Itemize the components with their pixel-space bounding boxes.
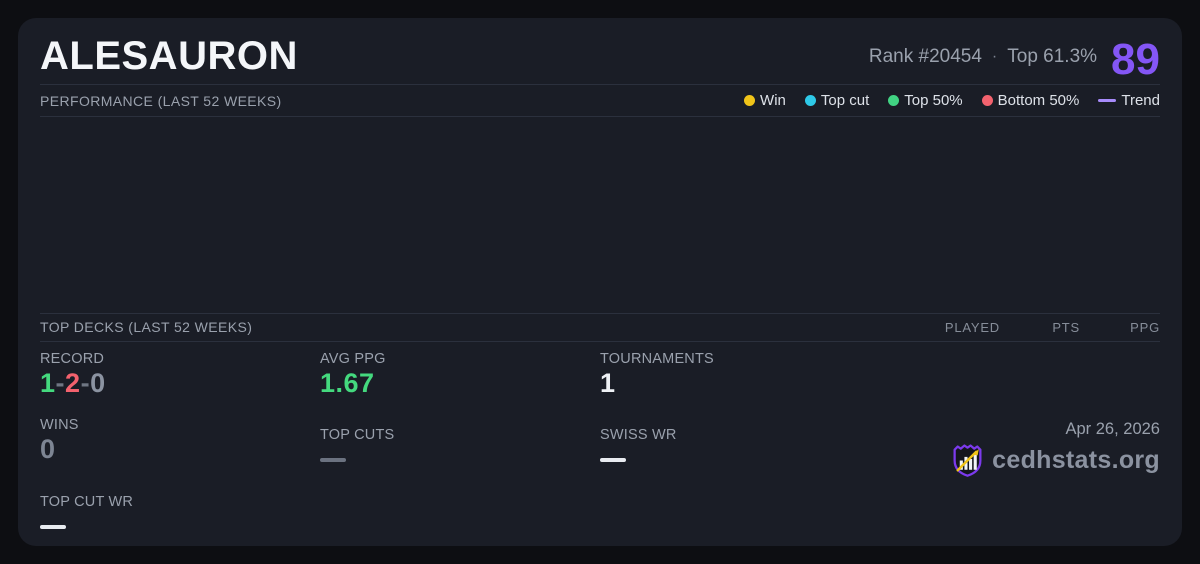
top-cuts-empty-dash <box>320 458 346 463</box>
card-footer: Apr 26, 2026 cedhstats.org <box>880 351 1160 485</box>
top-decks-column-headers: PLAYED PTS PPG <box>930 320 1160 335</box>
record-separator: - <box>80 367 91 398</box>
record-label: RECORD <box>40 350 105 367</box>
legend-label: Trend <box>1121 92 1160 109</box>
rank-number: Rank #20454 <box>868 46 982 68</box>
top-cut-wr-empty-dash <box>40 525 66 529</box>
top-cut-dot-icon <box>804 95 816 106</box>
column-pts: PTS <box>1052 319 1080 335</box>
bottom-50-dot-icon <box>981 95 993 106</box>
top-decks-section-header: TOP DECKS (LAST 52 WEEKS) PLAYED PTS PPG <box>40 314 1160 341</box>
performance-section-title: PERFORMANCE (LAST 52 WEEKS) <box>40 92 282 109</box>
win-dot-icon <box>744 95 756 106</box>
top-cut-wr-label: TOP CUT WR <box>40 494 134 510</box>
tournaments-label: TOURNAMENTS <box>600 350 714 367</box>
brand-name: cedhstats.org <box>992 446 1160 474</box>
tournaments-value: 1 <box>600 367 616 398</box>
legend-label: Win <box>760 92 786 109</box>
player-stats-card: ALESAURON Rank #20454 · Top 61.3% 89 PER… <box>18 18 1182 546</box>
record-value: 1-2-0 <box>40 367 320 401</box>
stat-top-cuts: TOP CUTS <box>320 417 600 484</box>
wins-label: WINS <box>40 417 79 434</box>
legend-item-win: Win <box>744 92 786 109</box>
legend-item-trend: Trend <box>1098 92 1160 109</box>
swiss-wr-label: SWISS WR <box>600 427 677 444</box>
rank-separator: · <box>991 48 998 66</box>
top-decks-section-title: TOP DECKS (LAST 52 WEEKS) <box>40 319 253 335</box>
record-wins: 1 <box>40 367 56 398</box>
legend-item-top-50: Top 50% <box>888 92 963 109</box>
stat-top-cut-wr: TOP CUT WR <box>40 484 320 546</box>
stat-swiss-wr: SWISS WR <box>600 417 880 484</box>
legend-item-bottom-50: Bottom 50% <box>981 92 1080 109</box>
player-name: ALESAURON <box>40 34 298 78</box>
legend-label: Top 50% <box>904 92 963 109</box>
performance-chart-area <box>40 117 1160 313</box>
stat-tournaments: TOURNAMENTS 1 <box>600 351 880 418</box>
record-losses: 2 <box>65 367 81 398</box>
stat-wins: WINS 0 <box>40 417 320 484</box>
record-separator: - <box>55 367 66 398</box>
column-ppg: PPG <box>1130 319 1160 335</box>
wins-value: 0 <box>40 434 56 465</box>
chart-legend: Win Top cut Top 50% Bottom 50% Trend <box>744 92 1160 109</box>
brand-lockup: cedhstats.org <box>951 443 1160 478</box>
stat-record: RECORD 1-2-0 <box>40 351 320 418</box>
generated-date: Apr 26, 2026 <box>1065 420 1161 438</box>
trend-line-icon <box>1098 99 1117 102</box>
legend-label: Top cut <box>820 92 870 109</box>
column-played: PLAYED <box>944 319 1000 335</box>
stat-avg-ppg: AVG PPG 1.67 <box>320 351 600 418</box>
avg-ppg-label: AVG PPG <box>320 350 386 367</box>
legend-item-top-cut: Top cut <box>804 92 870 109</box>
top-cuts-label: TOP CUTS <box>320 427 395 444</box>
rank-group: Rank #20454 · Top 61.3% 89 <box>869 35 1160 85</box>
rank-text: Rank #20454 · Top 61.3% <box>869 46 1097 74</box>
stats-grid: RECORD 1-2-0 AVG PPG 1.67 TOURNAMENTS 1 … <box>40 342 1160 547</box>
cedhstats-shield-logo-icon <box>953 444 982 477</box>
swiss-wr-empty-dash <box>600 458 626 463</box>
player-score: 89 <box>1111 35 1160 85</box>
performance-section-header: PERFORMANCE (LAST 52 WEEKS) Win Top cut … <box>40 85 1160 116</box>
card-header: ALESAURON Rank #20454 · Top 61.3% 89 <box>40 18 1160 84</box>
legend-label: Bottom 50% <box>997 92 1080 109</box>
top-50-dot-icon <box>888 95 900 106</box>
top-percent: Top 61.3% <box>1007 46 1098 68</box>
record-draws: 0 <box>90 367 106 398</box>
avg-ppg-value: 1.67 <box>320 367 375 398</box>
